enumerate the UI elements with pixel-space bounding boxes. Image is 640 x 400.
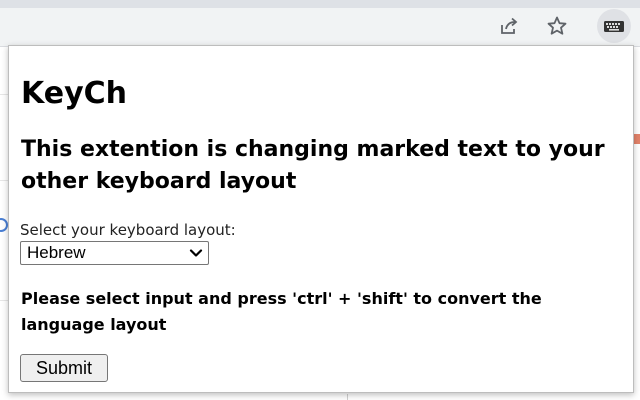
keyboard-layout-select[interactable]: Hebrew bbox=[20, 241, 209, 265]
popup-title: KeyCh bbox=[21, 76, 127, 111]
browser-tabstrip bbox=[0, 0, 640, 8]
submit-button[interactable]: Submit bbox=[20, 354, 108, 382]
page-divider-line bbox=[0, 300, 8, 301]
layout-select-label: Select your keyboard layout: bbox=[20, 221, 236, 239]
star-icon[interactable] bbox=[542, 11, 572, 41]
usage-instructions: Please select input and press 'ctrl' + '… bbox=[21, 289, 542, 334]
page-divider-line bbox=[347, 394, 348, 400]
extension-popup: KeyCh This extention is changing marked … bbox=[8, 45, 634, 393]
page-accent-mark bbox=[634, 134, 640, 144]
popup-subtitle: This extention is changing marked text t… bbox=[21, 137, 605, 194]
selected-layout-value: Hebrew bbox=[27, 243, 86, 262]
keyboard-extension-icon[interactable] bbox=[597, 9, 631, 43]
chevron-down-icon bbox=[186, 243, 206, 263]
page-divider-line bbox=[0, 180, 8, 181]
share-icon[interactable] bbox=[494, 11, 524, 41]
page-divider-line bbox=[0, 94, 8, 95]
